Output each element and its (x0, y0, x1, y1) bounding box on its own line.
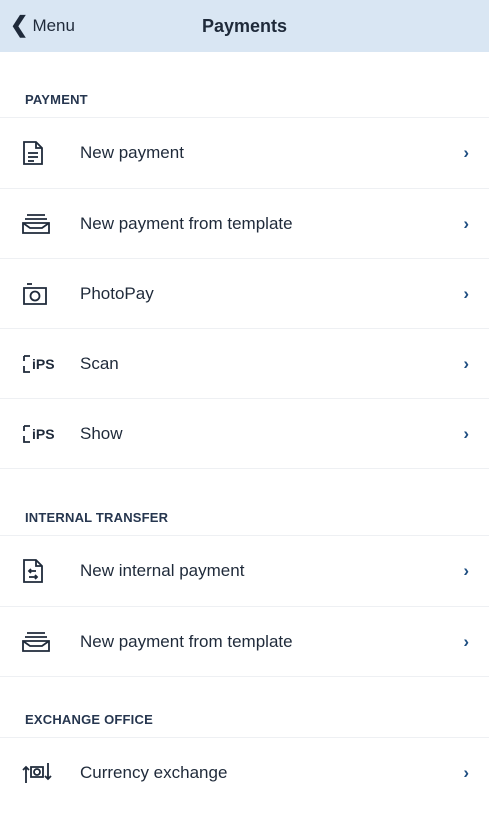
menu-item-new-payment-from-template[interactable]: New payment from template › (0, 188, 489, 258)
menu-item-label: PhotoPay (80, 283, 154, 303)
chevron-right-icon: › (463, 213, 469, 233)
menu-item-photopay[interactable]: PhotoPay › (0, 258, 489, 328)
menu-item-label: New payment (80, 143, 184, 162)
ips-label: iPS (32, 425, 55, 442)
currency-exchange-icon (22, 757, 58, 789)
chevron-left-icon: ❮ (10, 12, 29, 37)
chevron-right-icon: › (463, 561, 469, 580)
menu-item-label: Scan (80, 353, 119, 373)
back-label: Menu (32, 16, 75, 35)
template-tray-icon (22, 626, 58, 658)
menu-item-new-payment-from-template-internal[interactable]: New payment from template › (0, 606, 489, 676)
ips-qr-icon: iPS (22, 418, 58, 450)
menu-item-scan[interactable]: iPS Scan › (0, 328, 489, 398)
chevron-right-icon: › (463, 763, 469, 782)
ips-qr-icon: iPS (22, 348, 58, 380)
camera-icon (22, 278, 58, 310)
section-header-internal-transfer: INTERNAL TRANSFER (0, 468, 489, 536)
internal-transfer-icon (22, 555, 58, 587)
section-header-exchange-office: EXCHANGE OFFICE (0, 676, 489, 738)
navigation-bar: ❮ Menu Payments (0, 0, 489, 52)
menu-item-label: New internal payment (80, 561, 245, 580)
menu-item-new-payment[interactable]: New payment › (0, 118, 489, 188)
menu-item-new-internal-payment[interactable]: New internal payment › (0, 536, 489, 606)
document-icon (22, 137, 58, 169)
menu-item-label: Show (80, 423, 123, 443)
template-tray-icon (22, 208, 58, 240)
chevron-right-icon: › (463, 631, 469, 651)
menu-item-label: New payment from template (80, 631, 293, 651)
section-header-payment: PAYMENT (0, 52, 489, 118)
chevron-right-icon: › (463, 423, 469, 443)
menu-item-currency-exchange[interactable]: Currency exchange › (0, 738, 489, 808)
back-button[interactable]: ❮ Menu (10, 0, 75, 52)
chevron-right-icon: › (463, 283, 469, 303)
chevron-right-icon: › (463, 353, 469, 373)
menu-item-show[interactable]: iPS Show › (0, 398, 489, 468)
chevron-right-icon: › (463, 143, 469, 162)
menu-item-label: Currency exchange (80, 763, 228, 782)
ips-label: iPS (32, 355, 55, 372)
menu-item-label: New payment from template (80, 213, 293, 233)
